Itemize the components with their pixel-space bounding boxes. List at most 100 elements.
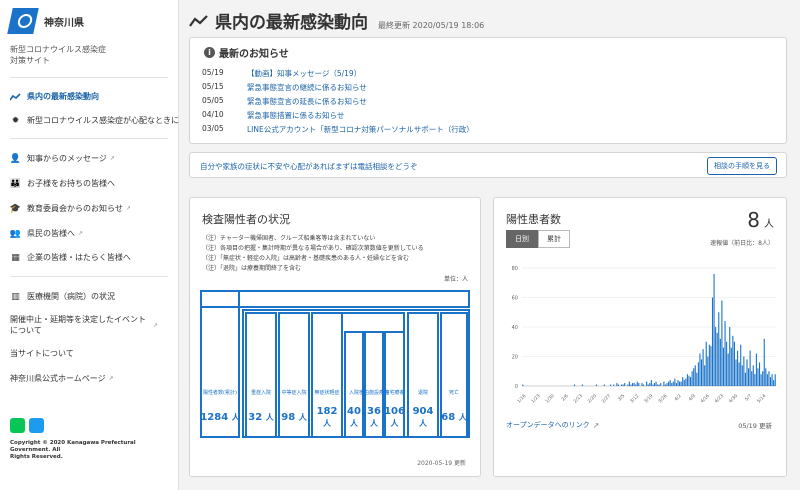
nav-item-parents[interactable]: 👪 お子様をお持ちの皆様へ bbox=[10, 178, 172, 189]
info-icon: i bbox=[204, 47, 215, 58]
bar bbox=[711, 297, 714, 386]
bar bbox=[685, 378, 687, 386]
x-tick-label: 2/13 bbox=[572, 393, 583, 404]
bar bbox=[631, 383, 634, 386]
bar bbox=[649, 383, 651, 386]
nav-item-latest-trend[interactable]: 県内の最新感染動向 bbox=[10, 91, 172, 102]
bar bbox=[710, 346, 712, 386]
open-data-link[interactable]: オープンデータへのリンク ↗ bbox=[506, 420, 599, 430]
divider bbox=[10, 77, 168, 78]
news-link[interactable]: 緊急事態宣言の延長に係るお知らせ bbox=[247, 96, 367, 107]
bar bbox=[755, 353, 757, 386]
nav-label: 当サイトについて bbox=[10, 349, 74, 358]
news-link[interactable]: LINE公式アカウント「新型コロナ対策パーソナルサポート（行政） bbox=[247, 124, 474, 135]
news-link[interactable]: 緊急事態宣言の継続に係るお知らせ bbox=[247, 82, 367, 93]
news-link[interactable]: 【動画】知事メッセージ（5/19） bbox=[247, 68, 361, 79]
bar bbox=[754, 374, 756, 386]
bar bbox=[671, 383, 673, 386]
bar bbox=[650, 380, 652, 386]
nav-label: 神奈川県公式ホームページ bbox=[10, 374, 106, 383]
tab-cumulative[interactable]: 累計 bbox=[538, 230, 570, 248]
x-tick-label: 1/16 bbox=[516, 393, 527, 404]
bar bbox=[668, 381, 670, 386]
box-unit: 人 bbox=[370, 418, 379, 428]
status-flow-diagram: 陽性者数(累計) 1284 人 重症入院 32 人 中等症入院 98 人 無症状… bbox=[200, 290, 470, 438]
unit-label: 単位：人 bbox=[443, 276, 468, 283]
x-tick-label: 1/30 bbox=[544, 393, 555, 404]
news-heading: i 最新のお知らせ bbox=[204, 45, 289, 60]
x-tick-label: 4/23 bbox=[714, 393, 725, 404]
news-link[interactable]: 緊急事態措置に係るお知らせ bbox=[247, 110, 344, 121]
nav-item-companies[interactable]: ▦ 企業の皆様・はたらく皆様へ bbox=[10, 252, 172, 263]
nav-item-residents[interactable]: 👥 県民の皆様へ ↗ bbox=[10, 228, 172, 239]
nav-item-events[interactable]: 開催中止・延期等を決定したイベントについて ↗ bbox=[10, 314, 168, 336]
box-label: 無症状軽症 bbox=[314, 389, 339, 396]
news-item[interactable]: 05/15 緊急事態宣言の継続に係るお知らせ bbox=[202, 82, 367, 93]
positive-count: 8 人 bbox=[747, 208, 774, 232]
bar bbox=[664, 384, 667, 386]
bar bbox=[627, 384, 629, 386]
consult-text[interactable]: 自分や家族の症状に不安や心配があればまずは電話相談をどうぞ bbox=[200, 161, 418, 172]
nav-item-worried[interactable]: ✹ 新型コロナウイルス感染症が心配なときに bbox=[10, 115, 179, 126]
site-name-line2: 対策サイト bbox=[10, 56, 50, 65]
site-logo[interactable]: 神奈川県 bbox=[7, 8, 84, 34]
nav-label: 県内の最新感染動向 bbox=[27, 92, 99, 101]
social-links bbox=[10, 418, 44, 433]
news-item[interactable]: 05/05 緊急事態宣言の延長に係るお知らせ bbox=[202, 96, 367, 107]
bar bbox=[708, 344, 710, 386]
twitter-icon[interactable] bbox=[29, 418, 44, 433]
card-title: 検査陽性者の状況 bbox=[202, 213, 290, 226]
site-name: 新型コロナウイルス感染症 対策サイト bbox=[10, 44, 160, 66]
bar bbox=[748, 368, 750, 386]
bar bbox=[738, 362, 740, 386]
bar bbox=[758, 362, 761, 386]
tab-daily[interactable]: 日別 bbox=[506, 230, 538, 248]
news-item[interactable]: 03/05 LINE公式アカウント「新型コロナ対策パーソナルサポート（行政） bbox=[202, 124, 474, 135]
bar bbox=[573, 384, 576, 386]
family-icon: 👪 bbox=[9, 178, 22, 189]
y-tick-label: 60 bbox=[512, 296, 518, 302]
bar bbox=[595, 384, 598, 386]
box-value: 36 bbox=[367, 406, 381, 417]
box-unit: 人 bbox=[350, 418, 359, 428]
consult-steps-button[interactable]: 相談の手順を見る bbox=[707, 157, 777, 175]
open-data-text[interactable]: オープンデータへのリンク bbox=[506, 420, 590, 430]
bar bbox=[581, 384, 583, 386]
nav-item-hospitals[interactable]: ▥ 医療機関（病院）の状況 bbox=[10, 291, 172, 302]
hospital-icon: ▥ bbox=[11, 291, 20, 302]
building-icon: ▦ bbox=[11, 252, 20, 263]
total-bar bbox=[200, 290, 470, 308]
bar bbox=[630, 384, 632, 386]
external-link-icon: ↗ bbox=[125, 205, 131, 212]
news-item[interactable]: 04/10 緊急事態措置に係るお知らせ bbox=[202, 110, 344, 121]
bar bbox=[624, 383, 626, 386]
line-icon[interactable] bbox=[10, 418, 25, 433]
chart-mode-toggle: 日別 累計 bbox=[506, 230, 570, 248]
y-tick-label: 20 bbox=[512, 355, 518, 361]
divider bbox=[10, 276, 168, 277]
bar bbox=[675, 383, 677, 386]
bar bbox=[696, 372, 698, 386]
bar bbox=[691, 371, 693, 386]
news-item[interactable]: 05/19 【動画】知事メッセージ（5/19） bbox=[202, 68, 361, 79]
bar bbox=[660, 383, 662, 386]
box-value: 182 bbox=[317, 406, 338, 417]
bar bbox=[633, 383, 635, 386]
bar bbox=[617, 384, 619, 386]
bar bbox=[647, 384, 649, 386]
news-date: 03/05 bbox=[202, 124, 224, 133]
nav-item-education[interactable]: 🎓 教育委員会からのお知らせ ↗ bbox=[10, 203, 172, 214]
nav-item-governor-message[interactable]: 👤 知事からのメッセージ ↗ bbox=[10, 153, 172, 164]
nav-item-official-site[interactable]: 神奈川県公式ホームページ ↗ bbox=[10, 373, 172, 384]
x-tick-label: 3/19 bbox=[643, 393, 654, 404]
bar bbox=[697, 362, 699, 386]
news-date: 05/15 bbox=[202, 82, 224, 91]
bar bbox=[757, 368, 759, 386]
box-label: 死亡 bbox=[449, 389, 459, 396]
person-icon: 👤 bbox=[9, 153, 22, 164]
nav-item-about[interactable]: 当サイトについて bbox=[10, 348, 172, 359]
external-link-icon: ↗ bbox=[153, 321, 159, 329]
box-value: 106 bbox=[384, 406, 405, 417]
bar bbox=[716, 332, 718, 386]
bar bbox=[730, 347, 732, 386]
